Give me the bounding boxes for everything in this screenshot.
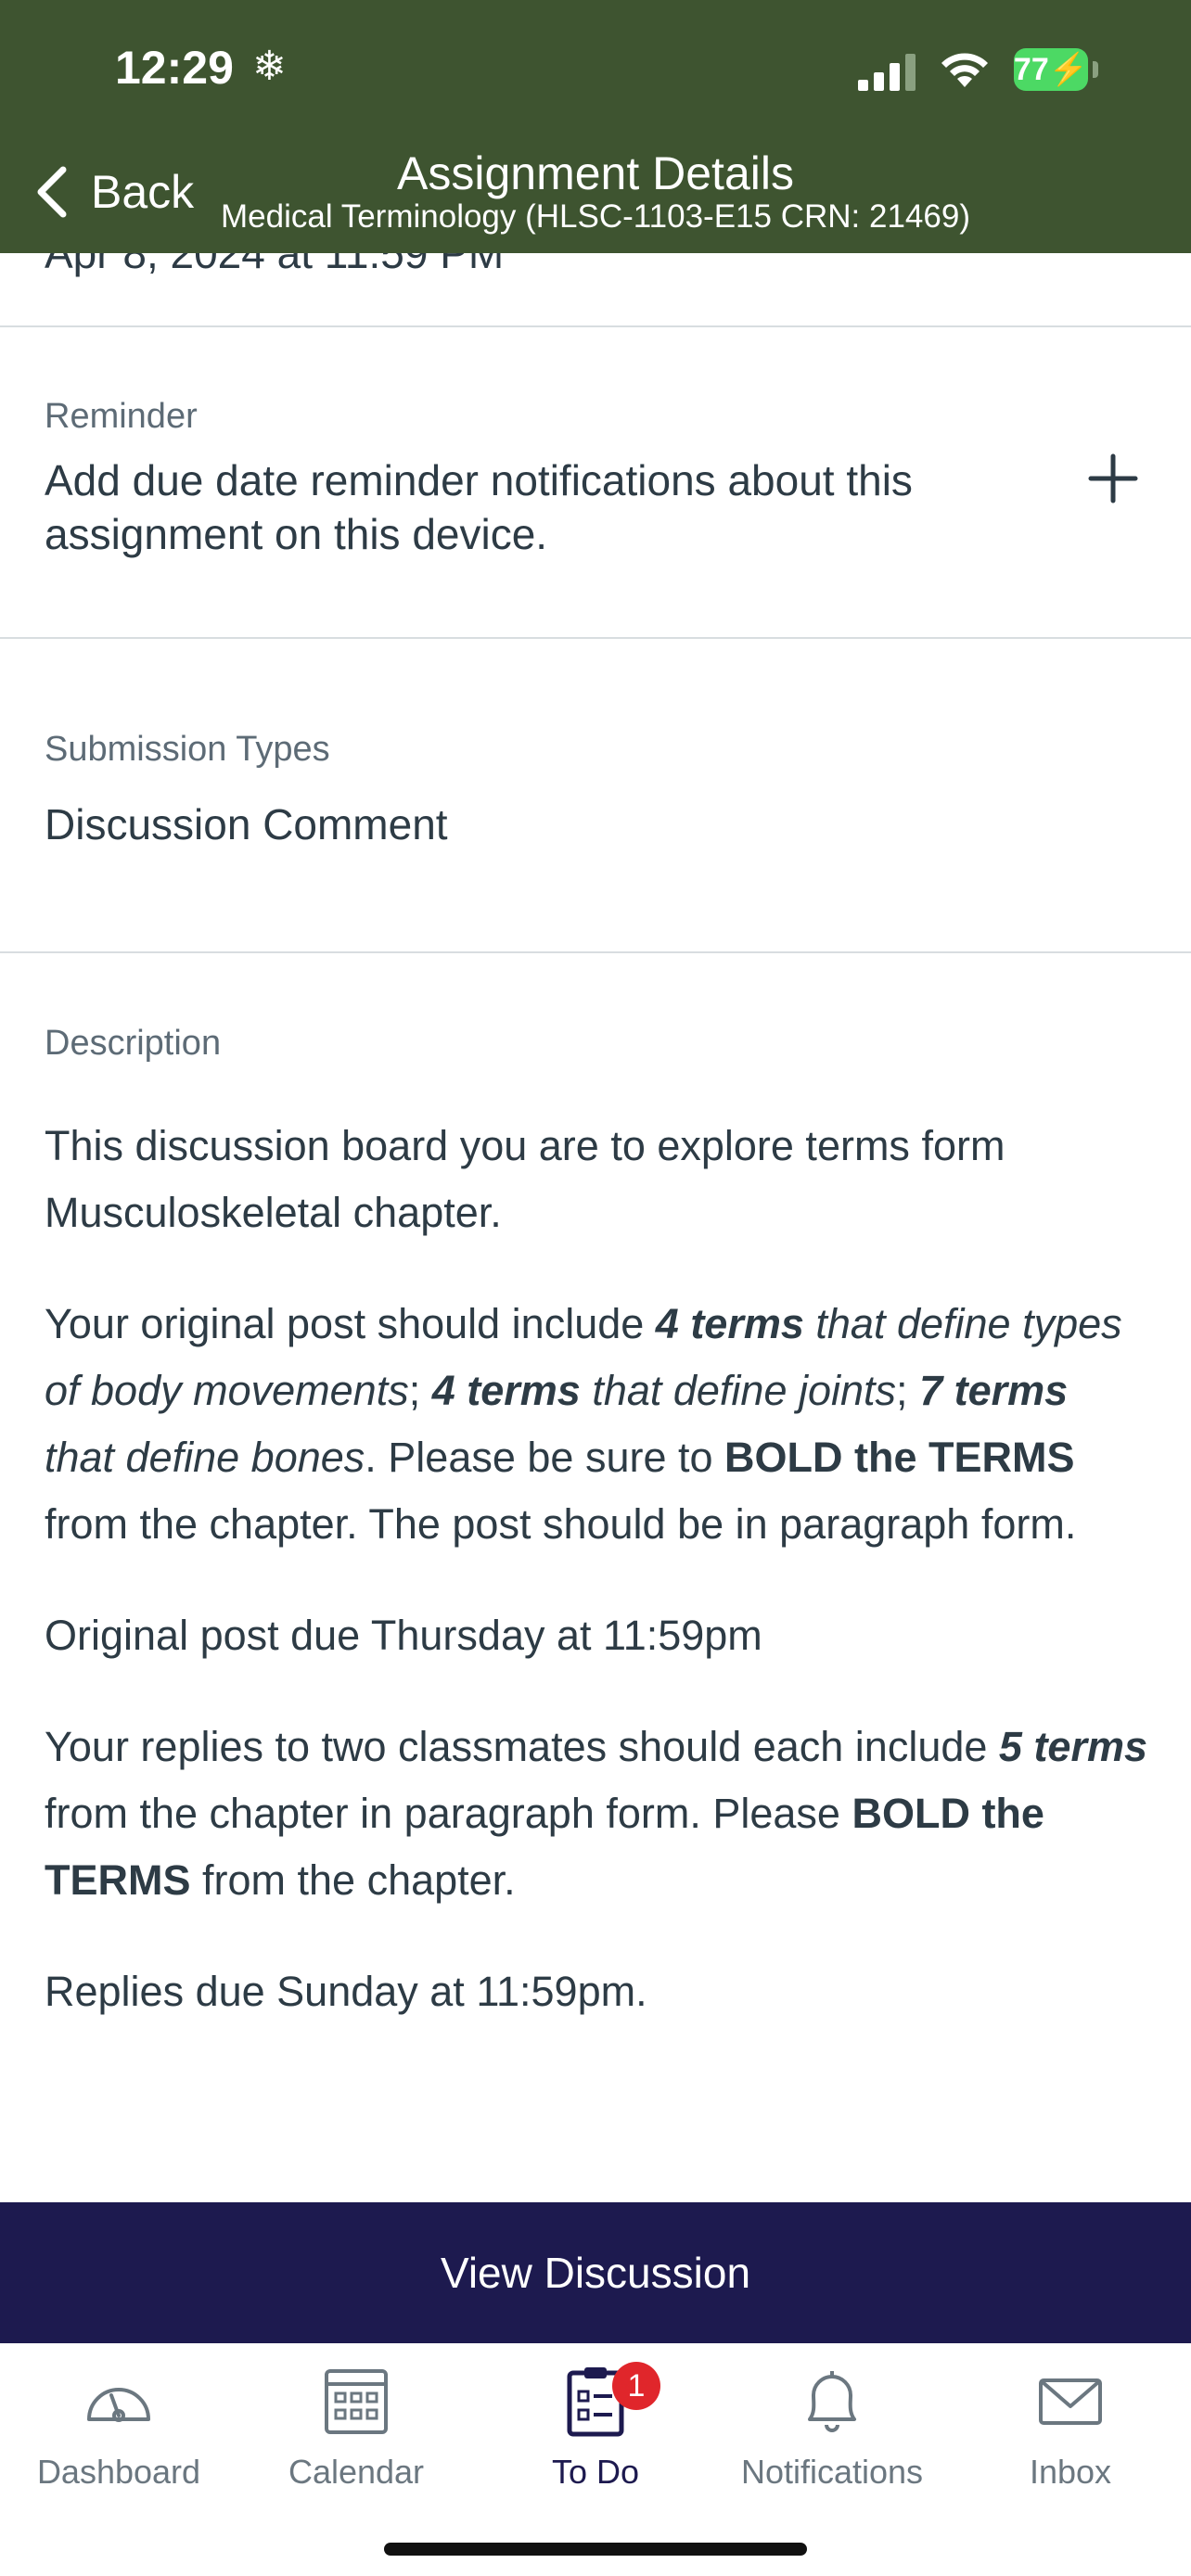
page-title: Assignment Details bbox=[397, 147, 794, 199]
tab-bar: Dashboard Calendar 1 To Do Notifications… bbox=[0, 2343, 1191, 2576]
cellular-signal-icon bbox=[858, 54, 916, 91]
description-paragraph: Your replies to two classmates should ea… bbox=[45, 1723, 1148, 1904]
wifi-icon bbox=[941, 53, 988, 87]
description-label: Description bbox=[45, 1024, 222, 1063]
description-paragraph: Replies due Sunday at 11:59pm. bbox=[45, 1968, 647, 2015]
battery-tip bbox=[1093, 61, 1098, 78]
divider bbox=[0, 951, 1191, 953]
tab-inbox[interactable]: Inbox bbox=[959, 2362, 1182, 2492]
reminder-text: Add due date reminder notifications abou… bbox=[45, 456, 913, 558]
reminder-label: Reminder bbox=[45, 397, 198, 436]
tab-todo[interactable]: 1 To Do bbox=[484, 2362, 707, 2492]
header-overlay: 12:29 ❄ 77 ⚡ Back Assignment Details Medi… bbox=[0, 0, 1191, 253]
description-paragraph: Your original post should include 4 term… bbox=[45, 1300, 1122, 1548]
description-paragraph: This discussion board you are to explore… bbox=[45, 1122, 1005, 1236]
bell-icon bbox=[808, 2371, 856, 2432]
battery-icon: 77⚡ bbox=[1014, 48, 1088, 91]
description-paragraph: Original post due Thursday at 11:59pm bbox=[45, 1612, 762, 1659]
todo-badge: 1 bbox=[612, 2362, 660, 2410]
divider bbox=[0, 325, 1191, 327]
tab-label: Calendar bbox=[288, 2453, 425, 2491]
dashboard-icon bbox=[87, 2388, 150, 2422]
tab-notifications[interactable]: Notifications bbox=[721, 2362, 943, 2492]
battery-level: 77 bbox=[1013, 51, 1049, 87]
submission-types-value: Discussion Comment bbox=[45, 800, 448, 848]
mail-icon bbox=[1039, 2378, 1102, 2425]
divider bbox=[0, 637, 1191, 639]
calendar-icon bbox=[325, 2369, 388, 2434]
snowflake-icon: ❄ bbox=[252, 44, 287, 89]
submission-types-label: Submission Types bbox=[45, 730, 330, 769]
tab-label: To Do bbox=[551, 2453, 640, 2491]
status-time-overlay: 12:29 bbox=[115, 42, 234, 94]
page-subtitle: Medical Terminology (HLSC-1103-E15 CRN: … bbox=[221, 198, 970, 235]
tab-dashboard[interactable]: Dashboard bbox=[7, 2362, 230, 2492]
home-indicator bbox=[384, 2543, 807, 2556]
tab-label: Dashboard bbox=[36, 2453, 201, 2491]
description-body: This discussion board you are to explore… bbox=[45, 1113, 1148, 2070]
tab-label: Inbox bbox=[1029, 2453, 1112, 2491]
add-reminder-button[interactable] bbox=[1083, 449, 1143, 508]
view-discussion-button[interactable]: View Discussion bbox=[0, 2202, 1191, 2343]
tab-calendar[interactable]: Calendar bbox=[245, 2362, 467, 2492]
tab-label: Notifications bbox=[740, 2453, 924, 2491]
